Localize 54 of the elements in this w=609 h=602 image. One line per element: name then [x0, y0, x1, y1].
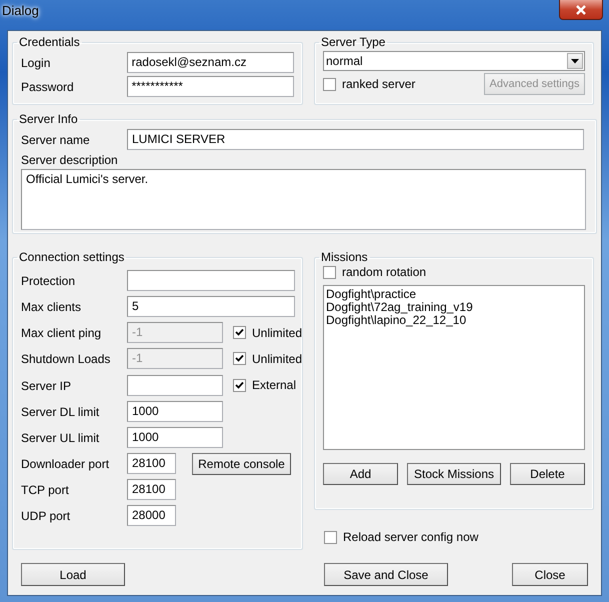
list-item[interactable]: Dogfight\practice [326, 288, 582, 301]
field-label: Max clients [21, 300, 82, 314]
field-label: Shutdown Loads [21, 352, 112, 366]
dialog-button[interactable]: Save and Close [324, 563, 448, 586]
mission-button[interactable]: Add [323, 463, 398, 485]
field-label: TCP port [21, 482, 70, 496]
field-label: Downloader port [21, 456, 110, 470]
field-label: Server DL limit [21, 404, 100, 418]
input-field[interactable] [127, 375, 223, 396]
group-title: Connection settings [18, 250, 126, 264]
mission-button[interactable]: Delete [510, 463, 585, 485]
field-label: Server UL limit [21, 430, 100, 444]
field-label: Server name [21, 132, 91, 146]
mission-list[interactable]: Dogfight\practice Dogfight\72ag_training_v19 Dogfight\lapino_22_12_10 [323, 285, 585, 450]
input-field[interactable]: 1000 [127, 427, 223, 448]
input-field[interactable]: radosekl@seznam.cz [126, 52, 294, 73]
checkbox[interactable] [324, 530, 337, 544]
field-label: Server description [21, 153, 119, 167]
input-field[interactable]: 1000 [127, 401, 223, 422]
field-label: Login [21, 56, 52, 70]
remote-console-button[interactable]: Remote console [192, 452, 291, 474]
input-field[interactable]: LUMICI SERVER [127, 129, 584, 150]
checkbox-label[interactable]: Reload server config now [343, 530, 478, 544]
window-title: Dialog [2, 3, 39, 18]
input-field[interactable]: 28100 [127, 479, 176, 500]
dropdown[interactable]: normal [323, 51, 585, 71]
mission-button[interactable]: Stock Missions [407, 463, 501, 485]
input-field[interactable]: 28000 [127, 505, 176, 526]
dialog-button[interactable]: Load [21, 563, 125, 586]
input-field[interactable] [127, 270, 295, 291]
input-field[interactable]: 28100 [127, 453, 176, 474]
field-label: UDP port [21, 508, 72, 522]
checkbox-label[interactable]: ranked server [342, 77, 416, 91]
dialog-button[interactable]: Close [512, 563, 588, 586]
input-field[interactable]: *********** [126, 76, 294, 97]
close-icon[interactable] [575, 4, 587, 14]
group-title: Credentials [18, 35, 81, 49]
field-label: Server IP [21, 378, 72, 392]
checkbox[interactable] [233, 378, 246, 392]
checkbox[interactable] [323, 266, 336, 278]
field-label: Password [21, 80, 75, 94]
group-title: Server Type [320, 35, 386, 49]
group-title: Server Info [18, 112, 79, 126]
close-button[interactable] [559, 0, 603, 20]
field-label: Max client ping [21, 326, 102, 340]
input-field[interactable]: Official Lumici's server. [21, 169, 586, 230]
checkbox-label[interactable]: External [252, 378, 296, 392]
list-item[interactable]: Dogfight\72ag_training_v19 [326, 301, 582, 314]
checkbox[interactable] [323, 78, 336, 90]
input-field[interactable]: 5 [127, 296, 295, 317]
field-label: Protection [21, 274, 76, 288]
checkbox-label[interactable]: random rotation [342, 265, 426, 279]
group-title: Missions [320, 250, 369, 264]
list-item[interactable]: Dogfight\lapino_22_12_10 [326, 314, 582, 327]
